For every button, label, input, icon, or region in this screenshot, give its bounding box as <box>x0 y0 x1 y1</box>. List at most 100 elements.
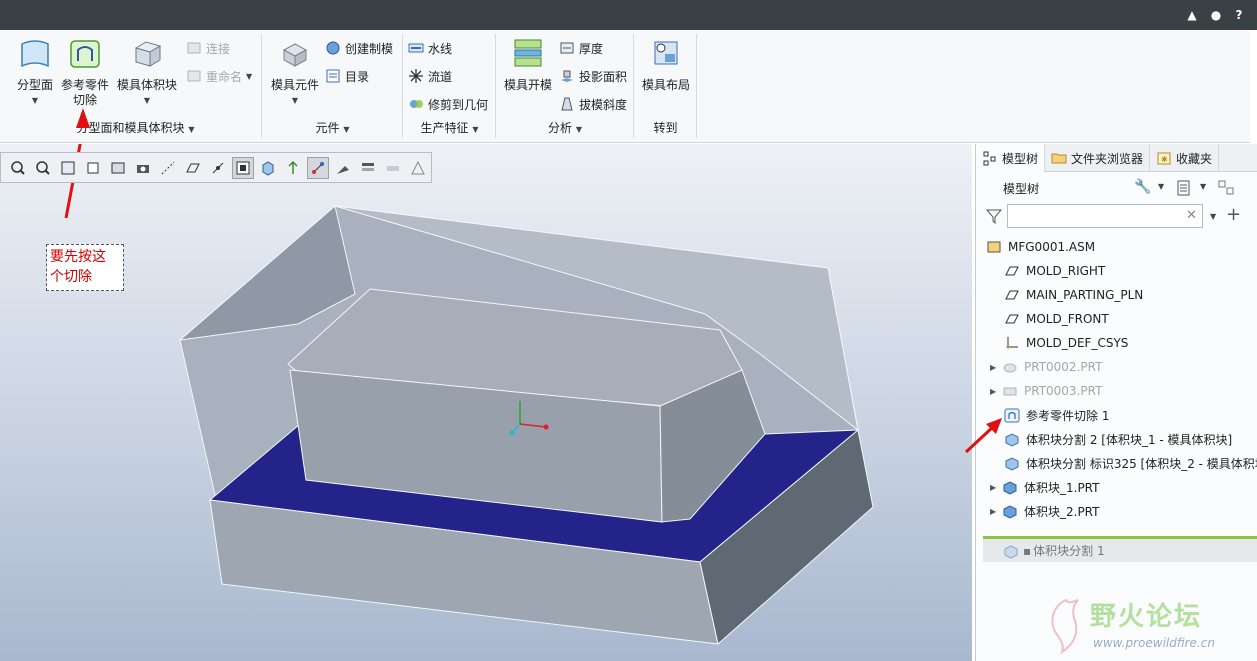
svg-text:✱: ✱ <box>1161 155 1168 164</box>
appearance-icon[interactable] <box>407 157 429 179</box>
volume-split-icon <box>1004 544 1018 559</box>
tab-model-tree[interactable]: 模型树 <box>976 144 1046 172</box>
volume-part-icon <box>1003 505 1017 519</box>
spin-center-icon[interactable] <box>282 157 304 179</box>
datum-axis-icon[interactable] <box>157 157 179 179</box>
group-analysis: 模具开模 厚度 投影面积 拔模斜度 分析 ▼ <box>497 34 634 138</box>
mold-opening-button[interactable]: 模具开模 <box>501 34 555 93</box>
layer-display-icon[interactable] <box>357 157 379 179</box>
mold-layout-icon <box>654 41 678 65</box>
display-style-icon[interactable] <box>232 156 254 179</box>
volume-split-icon <box>1005 433 1019 447</box>
chevron-down-icon[interactable]: ▼ <box>1200 182 1206 191</box>
expand-arrow-icon[interactable]: ▶ <box>990 387 1002 396</box>
mold-model <box>64 144 874 645</box>
tab-folder-browser[interactable]: 文件夹浏览器 <box>1045 144 1151 172</box>
datum-plane-icon[interactable] <box>182 157 204 179</box>
tree-item-csys[interactable]: MOLD_DEF_CSYS <box>1004 332 1128 354</box>
chevron-down-icon: ▼ <box>575 125 582 134</box>
projected-area-icon <box>561 70 573 82</box>
rename-button[interactable]: 重命名 ▼ <box>186 66 252 86</box>
globe-icon[interactable]: ● <box>1208 7 1224 23</box>
tree-item-ref-part-cutout[interactable]: 参考零件切除 1 <box>1004 404 1109 426</box>
tree-item-volume-part[interactable]: ▶ 体积块_1.PRT <box>990 476 1099 498</box>
draft-check-button[interactable]: 拔模斜度 <box>559 94 627 114</box>
csys-display-icon[interactable] <box>307 156 329 179</box>
caret-up-icon[interactable]: ▲ <box>1184 7 1200 23</box>
tools-icon[interactable]: 🔧 <box>1134 179 1151 195</box>
red-arrow-head <box>76 108 90 128</box>
expand-arrow-icon[interactable]: ▶ <box>990 483 1002 492</box>
group-label-production[interactable]: 生产特征 ▼ <box>404 119 495 136</box>
tree-search-input[interactable] <box>1007 204 1203 228</box>
insert-here-row[interactable]: ▪ 体积块分割 1 <box>983 536 1257 562</box>
trim-to-geometry-button[interactable]: 修剪到几何 <box>408 94 488 114</box>
mold-component-button[interactable]: 模具元件 ▼ <box>267 34 323 108</box>
group-label-goto: 转到 <box>653 121 678 135</box>
shaded-icon[interactable] <box>257 157 279 179</box>
chevron-down-icon: ▼ <box>31 96 39 105</box>
waterline-button[interactable]: 水线 <box>408 38 452 58</box>
filter-icon[interactable] <box>986 208 1002 224</box>
tree-item-volume-split[interactable]: 体积块分割 标识325 [体积块_2 - 模具体积块 <box>1004 452 1257 474</box>
tree-item-assembly[interactable]: MFG0001.ASM <box>986 236 1095 258</box>
saved-views-icon[interactable] <box>107 157 129 179</box>
mold-component-icon <box>282 43 308 67</box>
tree-item-datum-plane[interactable]: MOLD_RIGHT <box>1004 260 1105 282</box>
thickness-button[interactable]: 厚度 <box>559 38 603 58</box>
expand-arrow-icon[interactable]: ▶ <box>990 507 1002 516</box>
tree-item-datum-plane[interactable]: MAIN_PARTING_PLN <box>1004 284 1143 306</box>
chevron-down-icon[interactable]: ▼ <box>1158 182 1164 191</box>
clear-icon[interactable]: ✕ <box>1186 208 1197 223</box>
rename-icon <box>187 70 201 82</box>
tree-item-part[interactable]: ▶ PRT0003.PRT <box>990 380 1102 402</box>
create-casting-button[interactable]: 创建制模 <box>325 38 393 58</box>
chevron-down-icon[interactable]: ▼ <box>1210 212 1216 221</box>
show-columns-icon[interactable] <box>1218 180 1236 196</box>
datum-plane-icon <box>1005 314 1019 324</box>
tab-favorites[interactable]: ✱ 收藏夹 <box>1150 144 1220 172</box>
add-icon[interactable]: + <box>1226 204 1241 225</box>
watermark-logo <box>1051 598 1079 654</box>
datum-point-icon[interactable] <box>207 157 229 179</box>
mold-volume-button[interactable]: 模具体积块 ▼ <box>114 34 180 108</box>
parting-surface-button[interactable]: 分型面 ▼ <box>14 34 56 108</box>
chevron-down-icon: ▼ <box>343 125 350 134</box>
csys-x-dot <box>543 424 549 430</box>
group-label-parting[interactable]: 分型面和模具体积块 ▼ <box>10 119 261 136</box>
ref-part-cutout-button[interactable]: 参考零件 切除 <box>58 34 112 108</box>
chevron-down-icon: ▼ <box>143 96 151 105</box>
datum-plane-icon <box>1005 266 1019 276</box>
graphics-viewport[interactable] <box>0 144 972 661</box>
expand-arrow-icon[interactable]: ▶ <box>990 363 1002 372</box>
snapshot-icon[interactable] <box>132 157 154 179</box>
annotation-callout: 要先按这 个切除 <box>46 244 124 291</box>
help-icon[interactable]: ? <box>1231 7 1247 23</box>
projected-area-button[interactable]: 投影面积 <box>559 66 627 86</box>
zoom-in-icon[interactable] <box>7 157 29 179</box>
annotation-display-icon[interactable] <box>332 157 354 179</box>
group-label-components[interactable]: 元件 ▼ <box>263 119 402 136</box>
section-icon[interactable] <box>382 157 404 179</box>
tree-item-volume-split[interactable]: 体积块分割 2 [体积块_1 - 模具体积块] <box>1004 428 1232 450</box>
folder-icon <box>1051 153 1067 164</box>
runner-button[interactable]: 流道 <box>408 66 452 86</box>
catalog-button[interactable]: 目录 <box>325 66 369 86</box>
chevron-down-icon: ▼ <box>246 71 253 81</box>
connect-button[interactable]: 连接 <box>186 38 230 58</box>
mold-layout-button[interactable]: 模具布局 <box>639 34 693 93</box>
red-arrow-tree <box>964 418 1002 454</box>
repaint-icon[interactable] <box>82 157 104 179</box>
chevron-down-icon: ▼ <box>291 96 299 105</box>
zoom-out-icon[interactable] <box>32 157 54 179</box>
settings-list-icon[interactable] <box>1176 180 1192 196</box>
tree-item-datum-plane[interactable]: MOLD_FRONT <box>1004 308 1109 330</box>
tree-item-part[interactable]: ▶ PRT0002.PRT <box>990 356 1102 378</box>
csys-icon <box>1006 337 1018 349</box>
volume-part-icon <box>1003 481 1017 495</box>
group-label-analysis[interactable]: 分析 ▼ <box>497 119 633 136</box>
tree-item-volume-part[interactable]: ▶ 体积块_2.PRT <box>990 500 1099 522</box>
refit-icon[interactable] <box>57 157 79 179</box>
graphics-toolbar <box>0 152 432 183</box>
mold-volume-icon <box>134 41 162 67</box>
